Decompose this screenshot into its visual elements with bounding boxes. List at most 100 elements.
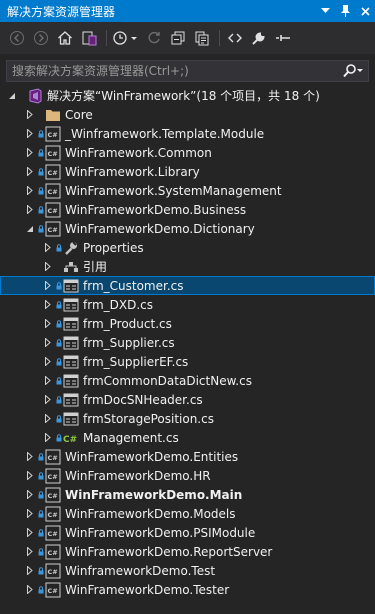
forward-icon[interactable] [30, 27, 52, 49]
csharp-project-icon: C# [45, 164, 61, 180]
view-code-icon[interactable] [224, 27, 246, 49]
csharp-project-icon: C# [45, 468, 61, 484]
sync-icon[interactable] [143, 27, 165, 49]
tree-item[interactable]: Properties [0, 238, 375, 257]
pending-changes-filter-icon[interactable] [111, 27, 141, 49]
tree-item[interactable]: C# WinFrameworkDemo.ReportServer [0, 542, 375, 561]
tree-item[interactable]: C# WinFramework.SystemManagement [0, 181, 375, 200]
form-icon [63, 373, 79, 389]
tree-item-label: frm_DXD.cs [83, 297, 154, 312]
tree-item-label: WinFrameworkDemo.ReportServer [65, 544, 273, 559]
collapsed-arrow-icon[interactable] [42, 238, 53, 257]
tree-item[interactable]: frmCommonDataDictNew.cs [0, 371, 375, 390]
tree-item-label: frm_Customer.cs [83, 278, 184, 293]
collapsed-arrow-icon[interactable] [24, 105, 35, 124]
collapsed-arrow-icon[interactable] [24, 580, 35, 599]
collapsed-arrow-icon[interactable] [42, 352, 53, 371]
tree-item[interactable]: C# WinFrameworkDemo.PSIModule [0, 523, 375, 542]
collapsed-arrow-icon[interactable] [42, 257, 53, 276]
back-icon[interactable] [6, 27, 28, 49]
tree-item[interactable]: Core [0, 105, 375, 124]
svg-text:C#: C# [48, 549, 58, 557]
collapsed-arrow-icon[interactable] [24, 485, 35, 504]
collapsed-arrow-icon[interactable] [24, 200, 35, 219]
form-icon [63, 392, 79, 408]
search-options-button[interactable] [338, 61, 368, 81]
tree-item[interactable]: C# WinFrameworkDemo.Models [0, 504, 375, 523]
home-icon[interactable] [54, 27, 76, 49]
preview-selected-icon[interactable] [272, 27, 294, 49]
window-position-dropdown-icon[interactable] [315, 0, 335, 22]
collapsed-arrow-icon[interactable] [24, 143, 35, 162]
properties-wrench-icon[interactable] [248, 27, 270, 49]
csharp-project-icon: C# [45, 221, 61, 237]
tree-item[interactable]: frm_DXD.cs [0, 295, 375, 314]
tree-item[interactable]: C# WinframeworkDemo.Test [0, 561, 375, 580]
tree-item[interactable]: C# Management.cs [0, 428, 375, 447]
source-control-lock-icon [37, 485, 44, 504]
collapsed-arrow-icon[interactable] [24, 162, 35, 181]
source-control-lock-icon [37, 561, 44, 580]
collapsed-arrow-icon[interactable] [24, 447, 35, 466]
collapsed-arrow-icon[interactable] [24, 561, 35, 580]
expanded-arrow-icon[interactable] [6, 86, 17, 105]
collapsed-arrow-icon[interactable] [24, 466, 35, 485]
tree-item[interactable]: C# WinFrameworkDemo.HR [0, 466, 375, 485]
collapsed-arrow-icon[interactable] [42, 314, 53, 333]
tree-item[interactable]: 引用 [0, 257, 375, 276]
collapsed-arrow-icon[interactable] [42, 428, 53, 447]
tree-item-label: WinFrameworkDemo.Business [65, 202, 247, 217]
collapsed-arrow-icon[interactable] [24, 504, 35, 523]
tree-item[interactable]: C# WinFrameworkDemo.Tester [0, 580, 375, 599]
collapsed-arrow-icon[interactable] [24, 181, 35, 200]
tree-item[interactable]: C# WinFrameworkDemo.Main [0, 485, 375, 504]
collapsed-arrow-icon[interactable] [24, 523, 35, 542]
tree-item[interactable]: frm_Customer.cs [0, 276, 375, 295]
switch-views-icon[interactable] [78, 27, 100, 49]
source-control-lock-icon [55, 295, 62, 314]
collapsed-arrow-icon[interactable] [42, 409, 53, 428]
collapse-all-icon[interactable] [167, 27, 189, 49]
tree-item-label: frm_SupplierEF.cs [83, 354, 189, 369]
collapsed-arrow-icon[interactable] [24, 542, 35, 561]
svg-text:C#: C# [48, 473, 58, 481]
tree-item[interactable]: C# WinFrameworkDemo.Business [0, 200, 375, 219]
tree-item[interactable]: frmDocSNHeader.cs [0, 390, 375, 409]
tree-item-label: frm_Supplier.cs [83, 335, 175, 350]
tree-item[interactable]: C# _Winframework.Template.Module [0, 124, 375, 143]
tree-item[interactable]: 解决方案“WinFramework”(18 个项目，共 18 个) [0, 86, 375, 105]
collapsed-arrow-icon[interactable] [24, 124, 35, 143]
tree-item-label: WinFrameworkDemo.HR [65, 468, 211, 483]
tree-item[interactable]: frmStoragePosition.cs [0, 409, 375, 428]
source-control-lock-icon [37, 466, 44, 485]
pin-icon[interactable] [335, 0, 355, 22]
tree-item[interactable]: C# WinFrameworkDemo.Dictionary [0, 219, 375, 238]
search-input[interactable] [7, 61, 338, 81]
source-control-lock-icon [37, 580, 44, 599]
show-all-files-icon[interactable] [191, 27, 213, 49]
expanded-arrow-icon[interactable] [24, 219, 35, 238]
tree-item[interactable]: frm_Supplier.cs [0, 333, 375, 352]
tree-item-label: WinFramework.Library [65, 164, 200, 179]
tree-item[interactable]: frm_Product.cs [0, 314, 375, 333]
collapsed-arrow-icon[interactable] [42, 276, 53, 295]
vertical-scrollbar[interactable] [371, 86, 375, 606]
collapsed-arrow-icon[interactable] [42, 390, 53, 409]
source-control-lock-icon [55, 333, 62, 352]
tree-item[interactable]: C# WinFramework.Library [0, 162, 375, 181]
tree-item-label: WinFrameworkDemo.PSIModule [65, 525, 256, 540]
tree-item[interactable]: C# WinFrameworkDemo.Entities [0, 447, 375, 466]
svg-text:C#: C# [48, 169, 58, 177]
svg-text:C#: C# [48, 530, 58, 538]
tree-item[interactable]: frm_SupplierEF.cs [0, 352, 375, 371]
tree-item[interactable]: C# WinFramework.Common [0, 143, 375, 162]
search-box [6, 60, 369, 82]
svg-text:C#: C# [48, 226, 58, 234]
collapsed-arrow-icon[interactable] [42, 295, 53, 314]
close-icon[interactable] [355, 0, 375, 22]
collapsed-arrow-icon[interactable] [42, 333, 53, 352]
collapsed-arrow-icon[interactable] [42, 371, 53, 390]
tree-item-label: frmStoragePosition.cs [83, 411, 214, 426]
tree-item-label: WinFrameworkDemo.Models [65, 506, 236, 521]
solution-icon [27, 87, 43, 104]
